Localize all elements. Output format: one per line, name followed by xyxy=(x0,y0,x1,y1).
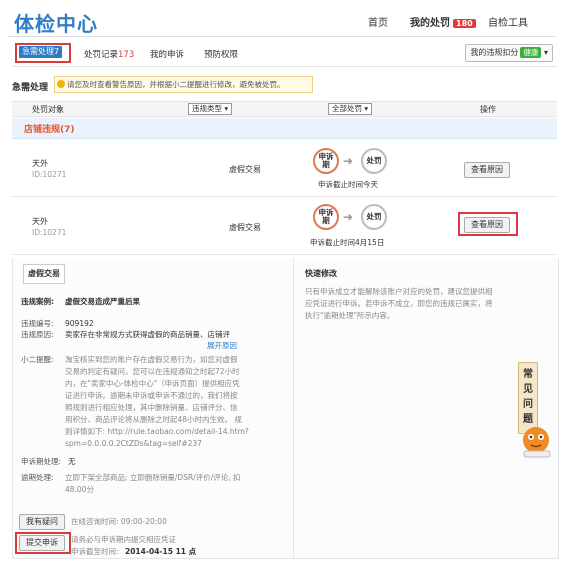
col-object: 处罚对象 xyxy=(32,105,64,114)
detail-tab-fake-trade[interactable]: 虚假交易 xyxy=(23,264,65,284)
deduct-score-dropdown[interactable]: 我的违规扣分 健康 ▾ xyxy=(465,44,553,62)
step-appeal-period: 申诉期 xyxy=(313,148,339,174)
tab-penalty-records[interactable]: 处罚记录173 xyxy=(84,48,134,60)
penalty-filter-select[interactable]: 全部处罚 ▾ xyxy=(328,103,373,115)
nav-self-check[interactable]: 自检工具 xyxy=(488,14,528,29)
row-deadline: 申诉截止时间4月15日 xyxy=(310,238,385,247)
reminder-label: 小二提醒: xyxy=(21,355,54,364)
reason-value: 卖家存在非常规方式获得虚假的商品销量、店铺评 xyxy=(65,330,230,339)
reminder-line: 淘宝核实到您的账户存在虚假交易行为，如您对虚假 xyxy=(65,355,238,364)
penalty-filter-label: 全部处罚 xyxy=(332,104,362,113)
appeal-flow: 申诉期 ➜ 处罚 xyxy=(305,204,395,236)
number-label: 违规编号: xyxy=(21,319,54,328)
tab-bar: 急需处理7 处罚记录173 我的申诉 预防权限 我的违规扣分 健康 ▾ xyxy=(12,42,557,67)
urgent-title: 急需处理 xyxy=(12,83,49,93)
submit-deadline-label: 申诉截至时间: xyxy=(71,547,119,556)
row-deadline: 申诉截止时间今天 xyxy=(318,180,378,189)
arrow-right-icon: ➜ xyxy=(343,154,354,168)
fix-line: 只有申诉成立才能解除该账户对应的处罚，建议您提供相 xyxy=(305,287,493,296)
page-logo[interactable]: 体检中心 xyxy=(14,8,98,37)
deduct-score-label: 我的违规扣分 xyxy=(470,48,519,57)
table-header: 处罚对象 违规类型 ▾ 全部处罚 ▾ 操作 xyxy=(12,101,557,117)
violation-detail-panel: 虚假交易 违规案例: 虚假交易造成严重后果 违规编号: 909192 违规原因:… xyxy=(12,258,559,559)
col-action: 操作 xyxy=(480,105,496,114)
view-reason-button[interactable]: 查看原因 xyxy=(464,162,510,178)
online-time: 在线咨询时间: 09:00-20:00 xyxy=(71,517,167,526)
view-reason-button[interactable]: 查看原因 xyxy=(464,217,510,233)
case-value: 虚假交易造成严重后果 xyxy=(65,297,140,306)
reason-label: 违规原因: xyxy=(21,330,54,339)
submit-appeal-button[interactable]: 提交申诉 xyxy=(19,535,65,551)
row-shop-name: 天外 xyxy=(32,159,48,168)
row-violation-type: 虚假交易 xyxy=(229,165,261,174)
row-shop-id: ID:10271 xyxy=(32,228,67,237)
appeal-period-value: 无 xyxy=(68,457,76,466)
expand-reason-link[interactable]: 展开原因 xyxy=(207,340,237,351)
table-row: 天外 ID:10271 虚假交易 申诉期 ➜ 处罚 申诉截止时间今天 查看原因 xyxy=(12,140,557,197)
reminder-line: 用积分、商品评论将从删除之时起48小时内生效。 规 xyxy=(65,415,242,424)
section-title: 店铺违规(7) xyxy=(24,125,75,135)
reminder-line: 照规则进行相应处理，其中删除销量、店铺评分、信 xyxy=(65,403,238,412)
chevron-down-icon: ▾ xyxy=(543,48,548,57)
section-shop-violations: 店铺违规(7) xyxy=(12,118,557,139)
row-shop-name: 天外 xyxy=(32,217,48,226)
lightbulb-icon xyxy=(57,80,65,88)
nav-home[interactable]: 首页 xyxy=(368,14,388,29)
appeal-flow: 申诉期 ➜ 处罚 xyxy=(305,148,395,180)
mascot-icon[interactable] xyxy=(514,418,558,460)
nav-my-penalty[interactable]: 我的处罚 180 xyxy=(410,14,476,29)
table-row: 天外 ID:10271 虚假交易 申诉期 ➜ 处罚 申诉截止时间4月15日 查看… xyxy=(12,198,557,255)
submit-deadline-value: 2014-04-15 11 点 xyxy=(125,547,197,556)
overdue-line: 48.00分 xyxy=(65,485,94,494)
step-penalty: 处罚 xyxy=(361,148,387,174)
question-button[interactable]: 我有疑问 xyxy=(19,514,65,530)
row-shop-id: ID:10271 xyxy=(32,170,67,179)
health-badge: 健康 xyxy=(520,47,542,58)
arrow-right-icon: ➜ xyxy=(343,210,354,224)
overdue-label: 逾期处理: xyxy=(21,473,54,482)
step-appeal-period: 申诉期 xyxy=(313,204,339,230)
faq-label: 常见问题 xyxy=(523,369,533,425)
tab-penalty-records-label: 处罚记录 xyxy=(84,50,119,60)
tab-penalty-records-count: 173 xyxy=(118,50,135,60)
reminder-line: 证进行申诉。逾期未申诉或申诉不通过的，我们将按 xyxy=(65,391,238,400)
row-violation-type: 虚假交易 xyxy=(229,223,261,232)
violation-type-label: 违规类型 xyxy=(192,104,222,113)
tip-text: 请您及时查看警告原因，并根据小二提醒进行修改，避免被处罚。 xyxy=(67,80,285,89)
header-divider xyxy=(8,36,556,37)
penalty-count-badge: 180 xyxy=(453,19,476,28)
tip-box: 请您及时查看警告原因，并根据小二提醒进行修改，避免被处罚。 xyxy=(54,76,313,93)
fix-line: 执行"逾期处理"所示内容。 xyxy=(305,311,395,320)
nav-my-penalty-label: 我的处罚 xyxy=(410,18,450,29)
appeal-period-label: 申诉期处理: xyxy=(21,457,62,466)
fix-line: 应凭证进行申诉。若申诉不成立，即您的违规已属实，将 xyxy=(305,299,493,308)
detail-divider xyxy=(293,258,294,558)
tab-urgent[interactable]: 急需处理7 xyxy=(19,46,63,58)
rule-link-cont[interactable]: spm=0.0.0.0.2CtZDs&tag=self#237 xyxy=(65,438,202,449)
step-penalty: 处罚 xyxy=(361,204,387,230)
submit-note: 请务必与申诉期内提交相应凭证 xyxy=(71,535,176,544)
case-label: 违规案例: xyxy=(21,297,54,306)
overdue-line: 立即下架全部商品; 立即删除销量/DSR/评价/评论, 扣 xyxy=(65,473,241,482)
tab-prevention[interactable]: 预防权限 xyxy=(204,48,238,60)
violation-type-select[interactable]: 违规类型 ▾ xyxy=(188,103,233,115)
rule-link[interactable]: 则详情如下: http://rule.taobao.com/detail-14.… xyxy=(65,426,249,437)
reminder-line: 内，在"卖家中心-体检中心"（申诉页面）提供相应凭 xyxy=(65,379,240,388)
reminder-line: 交易的判定有疑问，您可以在违规通知之时起72小时 xyxy=(65,367,240,376)
tab-my-appeals[interactable]: 我的申诉 xyxy=(150,48,184,60)
fix-title: 快速修改 xyxy=(305,269,337,278)
number-value: 909192 xyxy=(65,319,94,328)
